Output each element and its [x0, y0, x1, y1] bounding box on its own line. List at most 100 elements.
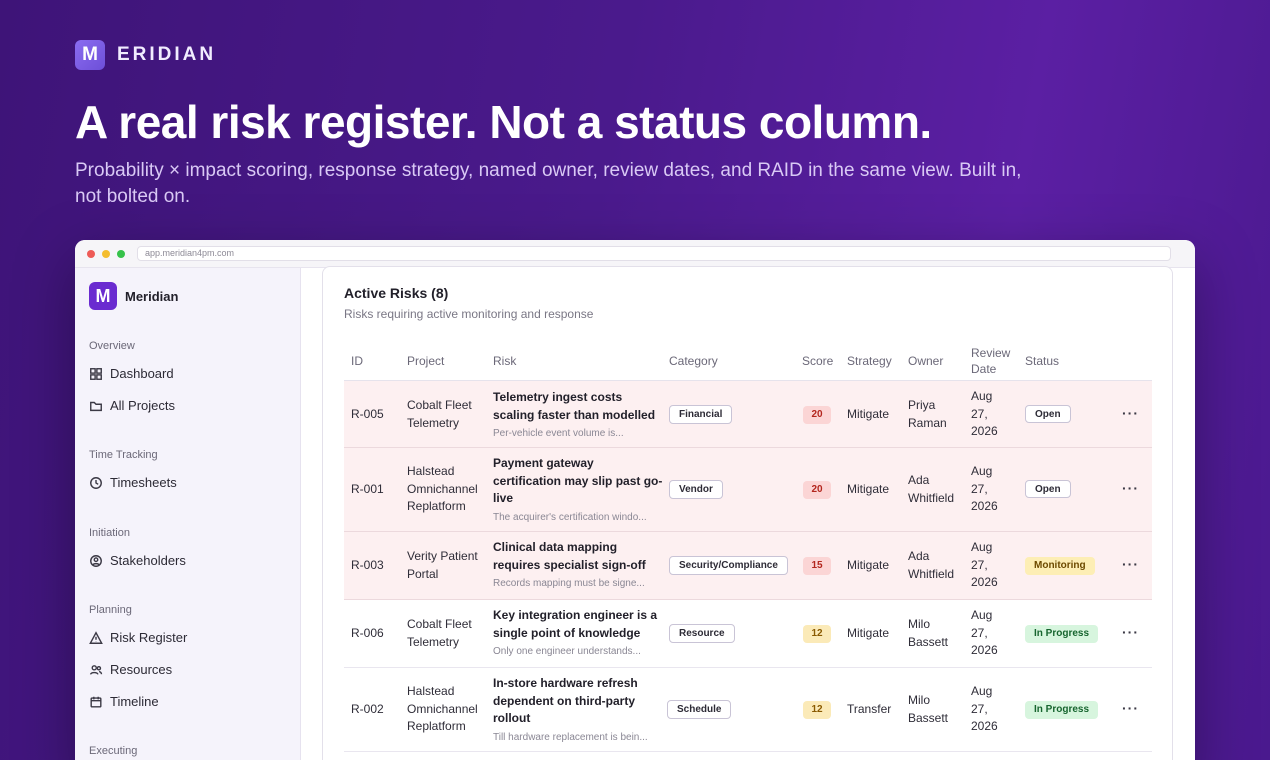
table-row[interactable]: R-001 Halstead Omnichannel Replatform Pa…	[344, 448, 1152, 532]
row-actions-more-icon[interactable]: ···	[1122, 700, 1139, 716]
column-header-id[interactable]: ID	[351, 353, 363, 369]
sidebar-item-resources[interactable]: Resources	[89, 662, 172, 677]
risk-owner: Milo Bassett	[908, 693, 949, 725]
row-actions-more-icon[interactable]: ···	[1122, 624, 1139, 640]
sidebar-section-overview: Overview	[89, 340, 135, 352]
risk-strategy: Transfer	[847, 702, 892, 716]
risk-project: Cobalt Fleet Telemetry	[407, 617, 472, 649]
risk-review-date: Aug 27, 2026	[971, 389, 998, 438]
risk-strategy: Mitigate	[847, 407, 890, 421]
maximize-window-icon[interactable]	[117, 249, 125, 258]
risk-score-badge: 15	[803, 557, 831, 575]
sidebar-item-label: Timeline	[110, 694, 159, 709]
risk-id: R-005	[351, 407, 384, 421]
meridian-app-logo-icon: M	[89, 282, 117, 310]
row-actions-more-icon[interactable]: ···	[1122, 556, 1139, 572]
active-risks-card: Active Risks (8) Risks requiring active …	[322, 266, 1173, 760]
risk-description: Only one engineer understands...	[493, 646, 641, 657]
risk-title: Key integration engineer is a single poi…	[493, 608, 658, 640]
brand-wordmark: ERIDIAN	[117, 44, 217, 65]
risk-owner: Priya Raman	[908, 398, 947, 430]
column-header-risk[interactable]: Risk	[493, 353, 516, 369]
calendar-icon	[90, 696, 102, 708]
column-header-strategy[interactable]: Strategy	[847, 353, 892, 369]
sidebar-item-stakeholders[interactable]: Stakeholders	[89, 553, 186, 568]
column-header-review-date[interactable]: Review Date	[971, 345, 1016, 377]
table-row[interactable]: R-003 Verity Patient Portal Clinical dat…	[344, 532, 1152, 600]
sidebar-item-label: Dashboard	[110, 366, 174, 381]
sidebar-item-timesheets[interactable]: Timesheets	[89, 475, 177, 490]
sidebar-item-label: Risk Register	[110, 630, 188, 645]
card-title: Active Risks (8)	[344, 285, 449, 301]
risk-id: R-001	[351, 482, 384, 496]
column-header-status[interactable]: Status	[1025, 353, 1059, 369]
risk-summary[interactable]: Key integration engineer is a single poi…	[493, 607, 663, 661]
risk-description: Till hardware replacement is bein...	[493, 731, 648, 743]
risk-score-badge: 12	[803, 625, 831, 643]
grid-icon	[90, 367, 102, 380]
risk-score-badge: 20	[803, 406, 831, 424]
sidebar-section-time-tracking: Time Tracking	[89, 449, 158, 461]
warning-icon	[89, 630, 103, 644]
risk-id: R-002	[351, 702, 384, 716]
table-row[interactable]: R-005 Cobalt Fleet Telemetry Telemetry i…	[344, 381, 1152, 448]
sidebar-item-all-projects[interactable]: All Projects	[89, 398, 175, 413]
category-badge: Vendor	[669, 480, 723, 499]
column-header-score[interactable]: Score	[802, 353, 833, 369]
risk-description: Per-vehicle event volume is...	[493, 428, 624, 439]
table-row[interactable]: R-006 Cobalt Fleet Telemetry Key integra…	[344, 600, 1152, 668]
status-badge: Open	[1025, 405, 1071, 423]
risk-score-badge: 20	[803, 481, 831, 499]
sidebar-item-label: Stakeholders	[110, 553, 186, 568]
risk-owner: Milo Bassett	[908, 617, 949, 649]
risk-title: Clinical data mapping requires specialis…	[493, 540, 646, 572]
risk-review-date: Aug 27, 2026	[971, 684, 998, 733]
risk-id: R-003	[351, 558, 384, 572]
clock-icon	[90, 476, 102, 489]
risk-project: Halstead Omnichannel Replatform	[407, 464, 478, 513]
category-badge: Financial	[669, 405, 733, 424]
column-header-category[interactable]: Category	[669, 353, 718, 369]
risk-owner: Ada Whitfield	[908, 473, 955, 505]
sidebar-section-executing: Executing	[89, 745, 138, 757]
risk-description: Records mapping must be signe...	[493, 578, 645, 589]
column-header-project[interactable]: Project	[407, 353, 444, 369]
sidebar-brand[interactable]: M Meridian	[89, 282, 178, 310]
sidebar-section-planning: Planning	[89, 604, 132, 616]
sidebar-item-risk-register[interactable]: Risk Register	[89, 630, 187, 645]
row-actions-more-icon[interactable]: ···	[1122, 480, 1139, 496]
risk-summary[interactable]: In-store hardware refresh dependent on t…	[493, 675, 663, 746]
hero-headline: A real risk register. Not a status colum…	[75, 96, 932, 148]
close-window-icon[interactable]	[87, 249, 95, 258]
risk-summary[interactable]: Payment gateway certification may slip p…	[493, 455, 663, 526]
users-icon	[89, 664, 103, 675]
risk-summary[interactable]: Clinical data mapping requires specialis…	[493, 539, 663, 593]
column-header-owner[interactable]: Owner	[908, 353, 943, 369]
folder-icon	[90, 401, 102, 411]
category-badge: Security/Compliance	[669, 556, 788, 575]
address-bar[interactable]: app.meridian4pm.com	[137, 246, 1171, 261]
sidebar-item-timeline[interactable]: Timeline	[89, 694, 159, 709]
minimize-window-icon[interactable]	[102, 249, 110, 258]
status-badge: Monitoring	[1025, 557, 1095, 575]
risk-score-badge: 12	[803, 701, 831, 719]
sidebar-item-label: Timesheets	[110, 475, 177, 490]
risk-title: In-store hardware refresh dependent on t…	[493, 676, 638, 725]
hero-brand: M ERIDIAN	[75, 40, 216, 70]
risk-title: Telemetry ingest costs scaling faster th…	[493, 390, 656, 422]
main-content: Active Risks (8) Risks requiring active …	[301, 266, 1195, 760]
sidebar: M Meridian Overview Dashboard All Projec…	[75, 268, 301, 760]
table-row[interactable]: R-002 Halstead Omnichannel Replatform In…	[344, 668, 1152, 752]
risk-title: Payment gateway certification may slip p…	[493, 456, 663, 505]
sidebar-item-dashboard[interactable]: Dashboard	[89, 366, 174, 381]
risk-strategy: Mitigate	[847, 626, 890, 640]
risk-strategy: Mitigate	[847, 482, 890, 496]
risk-id: R-006	[351, 626, 384, 640]
browser-titlebar: app.meridian4pm.com	[75, 240, 1195, 268]
category-badge: Resource	[669, 624, 735, 643]
risk-summary[interactable]: Telemetry ingest costs scaling faster th…	[493, 389, 663, 443]
row-actions-more-icon[interactable]: ···	[1122, 405, 1139, 421]
risk-review-date: Aug 27, 2026	[971, 540, 998, 589]
status-badge: Open	[1025, 480, 1071, 498]
category-badge: Schedule	[667, 700, 732, 719]
